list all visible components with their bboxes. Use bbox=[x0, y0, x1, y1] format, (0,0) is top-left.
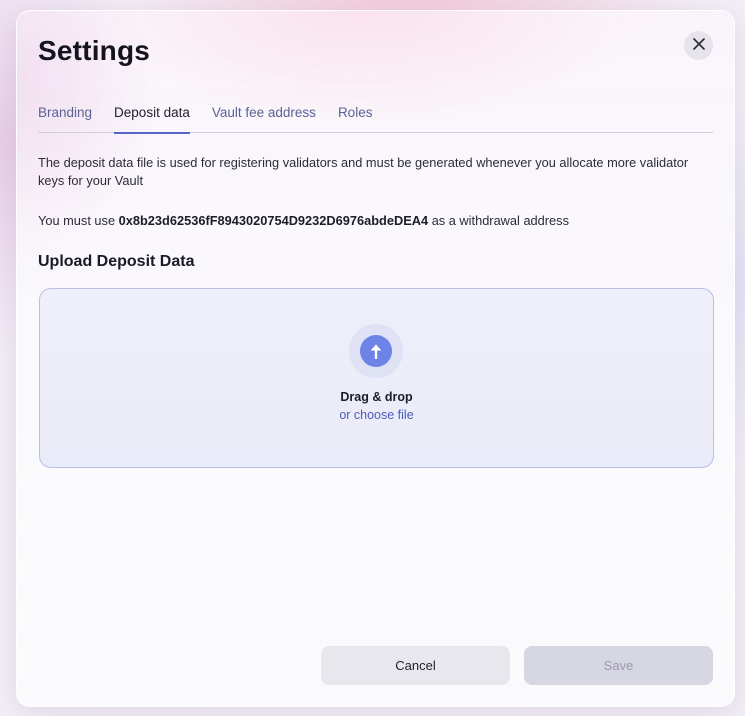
withdrawal-address: 0x8b23d62536fF8943020754D9232D6976abdeDE… bbox=[118, 213, 429, 228]
withdrawal-address-note: You must use 0x8b23d62536fF8943020754D92… bbox=[38, 212, 718, 230]
settings-modal: Settings Branding Deposit data Vault fee… bbox=[16, 10, 735, 707]
upload-icon-badge bbox=[349, 324, 403, 378]
settings-tabs: Branding Deposit data Vault fee address … bbox=[38, 101, 713, 134]
tab-roles[interactable]: Roles bbox=[338, 101, 373, 133]
deposit-description: The deposit data file is used for regist… bbox=[38, 155, 689, 188]
upload-section-title: Upload Deposit Data bbox=[38, 253, 195, 270]
cancel-button[interactable]: Cancel bbox=[321, 646, 510, 685]
close-button[interactable] bbox=[684, 31, 713, 60]
tab-vault-fee-address[interactable]: Vault fee address bbox=[212, 101, 316, 133]
tab-deposit-data[interactable]: Deposit data bbox=[114, 101, 190, 134]
choose-file-link[interactable]: or choose file bbox=[40, 408, 713, 422]
drag-drop-label: Drag & drop bbox=[340, 390, 413, 404]
tab-branding[interactable]: Branding bbox=[38, 101, 92, 133]
save-button[interactable]: Save bbox=[524, 646, 713, 685]
address-prefix: You must use bbox=[38, 213, 116, 228]
close-icon bbox=[692, 37, 705, 55]
page-title: Settings bbox=[38, 35, 151, 66]
upload-dropzone[interactable]: Drag & drop or choose file bbox=[39, 288, 714, 468]
address-suffix: as a withdrawal address bbox=[431, 213, 569, 228]
arrow-up-icon bbox=[360, 335, 392, 367]
